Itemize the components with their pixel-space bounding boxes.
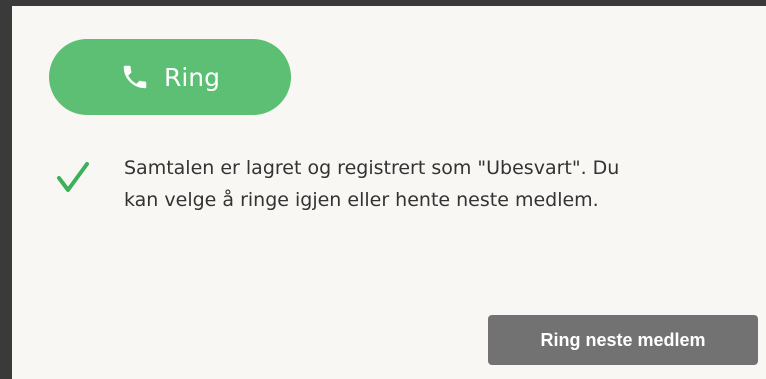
call-panel: Ring Samtalen er lagret og registrert so… (12, 6, 766, 379)
status-message-row: Samtalen er lagret og registrert som "Ub… (56, 152, 684, 216)
status-message: Samtalen er lagret og registrert som "Ub… (124, 157, 620, 211)
checkmark-icon (56, 160, 90, 194)
call-next-member-button[interactable]: Ring neste medlem (488, 315, 758, 365)
phone-icon (120, 62, 150, 92)
ring-button[interactable]: Ring (49, 39, 291, 115)
ring-button-label: Ring (163, 62, 221, 92)
